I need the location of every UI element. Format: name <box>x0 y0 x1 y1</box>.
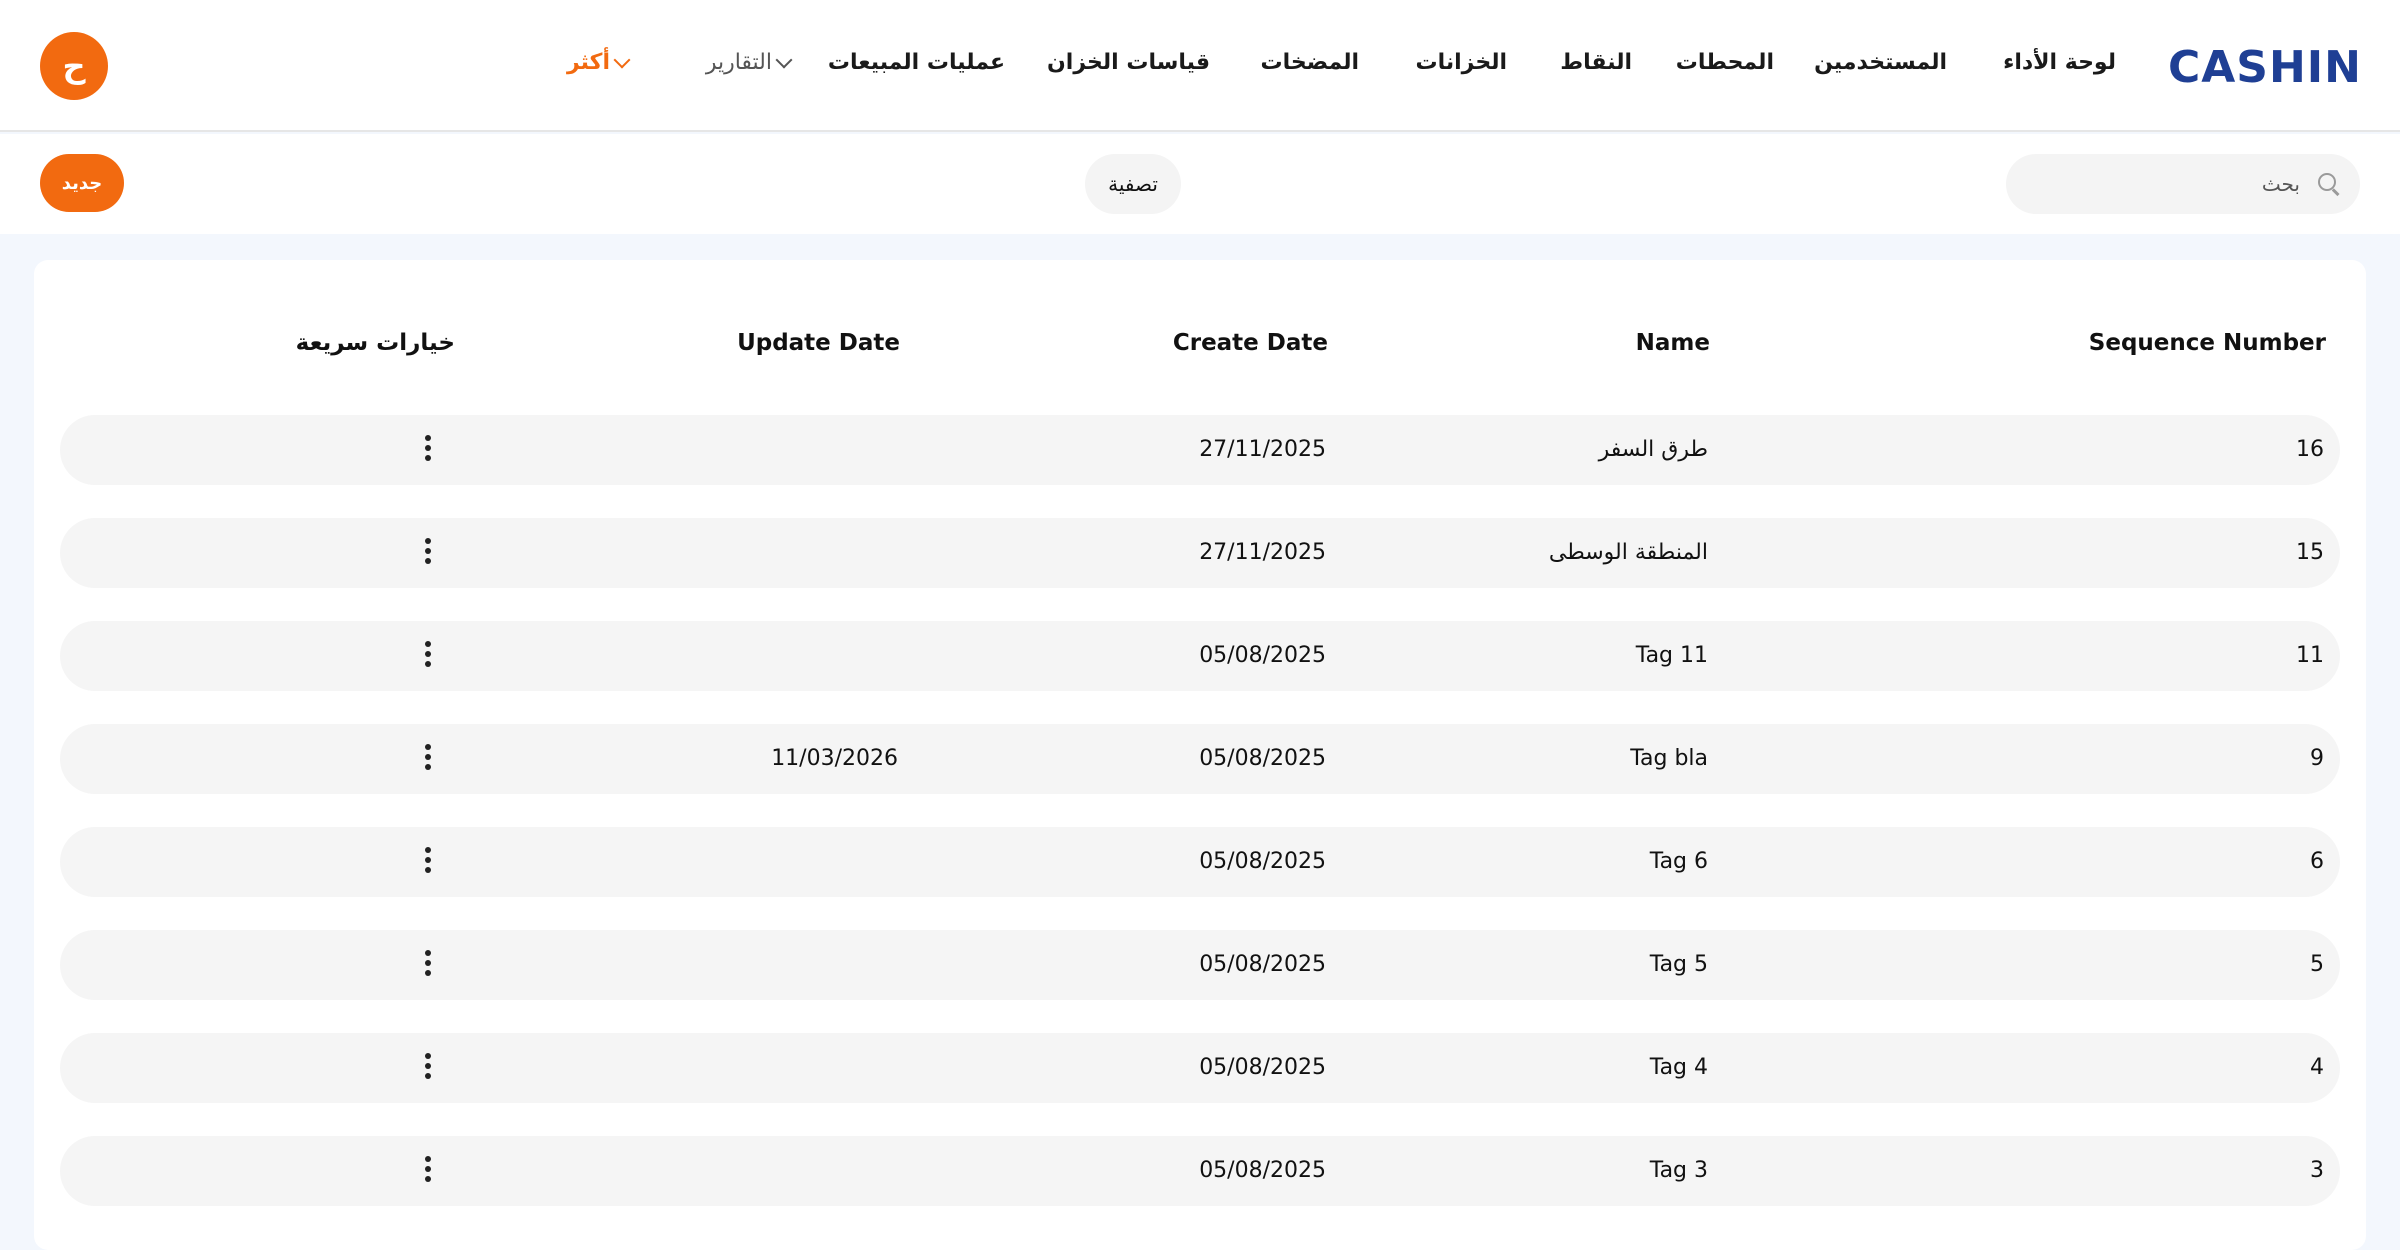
table-row[interactable]: 3 Tag 3 05/08/2025 <box>60 1136 2340 1206</box>
nav-item-pumps[interactable]: المضخات <box>1261 50 1359 75</box>
search-icon <box>2316 171 2342 197</box>
table-row[interactable]: 5 Tag 5 05/08/2025 <box>60 930 2340 1000</box>
more-options-icon[interactable] <box>422 847 434 877</box>
nav-item-label: المستخدمين <box>1814 50 1947 75</box>
table-header: Sequence Number Name Create Date Update … <box>34 330 2366 370</box>
more-options-icon[interactable] <box>422 744 434 774</box>
nav-item-label: لوحة الأداء <box>2003 50 2116 75</box>
cell-name: Tag bla <box>1630 746 1708 771</box>
cell-create-date: 27/11/2025 <box>1199 540 1326 565</box>
cell-name: Tag 5 <box>1649 952 1708 977</box>
cell-create-date: 27/11/2025 <box>1199 437 1326 462</box>
table-row[interactable]: 6 Tag 6 05/08/2025 <box>60 827 2340 897</box>
cell-name: Tag 11 <box>1635 643 1708 668</box>
cell-create-date: 05/08/2025 <box>1199 1055 1326 1080</box>
cell-sequence-number: 6 <box>2310 849 2324 874</box>
main-nav: لوحة الأداء المستخدمين المحطات النقاط ال… <box>0 0 2400 132</box>
table-row[interactable]: 9 Tag bla 05/08/2025 11/03/2026 <box>60 724 2340 794</box>
table-row[interactable]: 4 Tag 4 05/08/2025 <box>60 1033 2340 1103</box>
column-header-name[interactable]: Name <box>1636 330 1710 356</box>
cell-sequence-number: 3 <box>2310 1158 2324 1183</box>
cell-sequence-number: 4 <box>2310 1055 2324 1080</box>
chevron-down-icon <box>775 51 793 68</box>
nav-item-label: المحطات <box>1675 50 1774 75</box>
search-input[interactable] <box>2052 171 2302 197</box>
table-row[interactable]: 16 طرق السفر 27/11/2025 <box>60 415 2340 485</box>
more-options-icon[interactable] <box>422 1156 434 1186</box>
user-avatar[interactable]: ح <box>40 32 108 100</box>
cell-create-date: 05/08/2025 <box>1199 643 1326 668</box>
nav-item-label: الخزانات <box>1415 50 1507 75</box>
cell-sequence-number: 11 <box>2296 643 2324 668</box>
nav-item-reports[interactable]: التقارير <box>705 50 793 75</box>
more-options-icon[interactable] <box>422 435 434 465</box>
more-options-icon[interactable] <box>422 538 434 568</box>
chevron-down-icon <box>613 51 631 68</box>
cell-sequence-number: 16 <box>2296 437 2324 462</box>
nav-item-label: عمليات المبيعات <box>827 50 1005 75</box>
cell-name: Tag 4 <box>1649 1055 1708 1080</box>
cell-create-date: 05/08/2025 <box>1199 746 1326 771</box>
column-header-create-date[interactable]: Create Date <box>1173 330 1328 356</box>
cell-name: Tag 6 <box>1649 849 1708 874</box>
new-button[interactable]: جديد <box>40 154 124 212</box>
nav-item-tanks[interactable]: الخزانات <box>1415 50 1507 75</box>
cell-sequence-number: 15 <box>2296 540 2324 565</box>
nav-item-label: التقارير <box>705 50 772 75</box>
nav-item-sales-operations[interactable]: عمليات المبيعات <box>828 50 1005 75</box>
nav-item-label: المضخات <box>1260 50 1359 75</box>
table-row[interactable]: 11 Tag 11 05/08/2025 <box>60 621 2340 691</box>
nav-item-label: قياسات الخزان <box>1047 50 1210 75</box>
column-header-quick-options: خيارات سريعة <box>295 330 455 356</box>
cell-create-date: 05/08/2025 <box>1199 1158 1326 1183</box>
more-options-icon[interactable] <box>422 641 434 671</box>
nav-item-label: أكثر <box>566 50 610 75</box>
column-header-sequence-number[interactable]: Sequence Number <box>2089 330 2326 356</box>
cell-name: المنطقة الوسطى <box>1548 540 1708 565</box>
search-box[interactable] <box>2006 154 2360 214</box>
cell-create-date: 05/08/2025 <box>1199 952 1326 977</box>
cell-name: طرق السفر <box>1598 437 1708 462</box>
cell-sequence-number: 9 <box>2310 746 2324 771</box>
nav-item-tank-measurements[interactable]: قياسات الخزان <box>1047 50 1210 75</box>
table-card: Sequence Number Name Create Date Update … <box>34 260 2366 1250</box>
top-navigation-bar: CASHIN لوحة الأداء المستخدمين المحطات ال… <box>0 0 2400 132</box>
cell-name: Tag 3 <box>1649 1158 1708 1183</box>
column-header-update-date[interactable]: Update Date <box>737 330 900 356</box>
toolbar: تصفية جديد <box>0 134 2400 234</box>
cell-create-date: 05/08/2025 <box>1199 849 1326 874</box>
filter-button[interactable]: تصفية <box>1085 154 1181 214</box>
nav-item-label: النقاط <box>1560 50 1632 75</box>
table-row[interactable]: 15 المنطقة الوسطى 27/11/2025 <box>60 518 2340 588</box>
cell-sequence-number: 5 <box>2310 952 2324 977</box>
nav-item-more[interactable]: أكثر <box>566 50 631 75</box>
nav-item-dashboard[interactable]: لوحة الأداء <box>2003 50 2116 75</box>
nav-item-users[interactable]: المستخدمين <box>1814 50 1947 75</box>
more-options-icon[interactable] <box>422 1053 434 1083</box>
nav-item-points[interactable]: النقاط <box>1560 50 1632 75</box>
nav-item-stations[interactable]: المحطات <box>1676 50 1774 75</box>
cell-update-date: 11/03/2026 <box>771 746 898 771</box>
more-options-icon[interactable] <box>422 950 434 980</box>
